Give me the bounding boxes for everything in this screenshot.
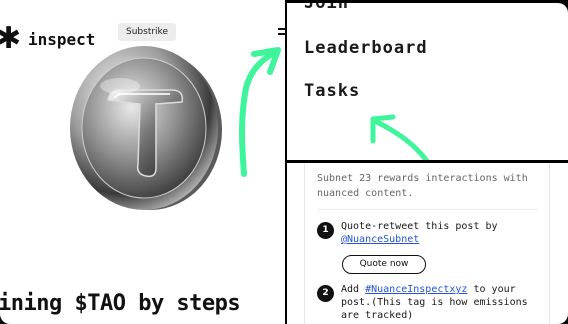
nav-item-leaderboard[interactable]: Leaderboard	[304, 38, 428, 58]
subnet-badge: Substrike	[118, 23, 176, 41]
menu-icon[interactable]	[278, 28, 285, 40]
step-number: 2	[317, 285, 334, 302]
step-text: Quote-retweet this post by @NuanceSubnet	[341, 220, 541, 246]
step-text: Add #NuanceInspectxyz to your post.(This…	[341, 283, 541, 322]
nav-item-tasks[interactable]: Tasks	[304, 81, 360, 101]
nav-menu: Join Leaderboard Tasks	[287, 3, 568, 160]
tao-coin-icon	[60, 40, 230, 216]
logo-icon: ✱	[0, 21, 22, 56]
step-instruction: Quote-retweet this post by	[341, 221, 498, 232]
nuance-subnet-link[interactable]: @NuanceSubnet	[341, 234, 419, 245]
task-panel: Subnet 23 rewards interactions with nuan…	[287, 163, 568, 324]
hashtag-link[interactable]: #NuanceInspectxyz	[365, 284, 467, 295]
step-number: 1	[317, 222, 334, 239]
headline: ining $TAO by steps	[0, 291, 241, 316]
step-instruction: Add	[341, 284, 360, 295]
nav-item-join[interactable]: Join	[304, 3, 349, 13]
divider	[317, 209, 537, 210]
quote-now-button[interactable]: Quote now	[342, 255, 426, 274]
green-arrow-icon	[370, 114, 430, 160]
left-panel: ✱ inspect Substrike ining $TAO by steps	[0, 0, 285, 324]
task-description: Subnet 23 rewards interactions with nuan…	[317, 173, 528, 199]
task-card: Subnet 23 rewards interactions with nuan…	[304, 163, 550, 324]
green-arrow-icon	[239, 47, 281, 177]
